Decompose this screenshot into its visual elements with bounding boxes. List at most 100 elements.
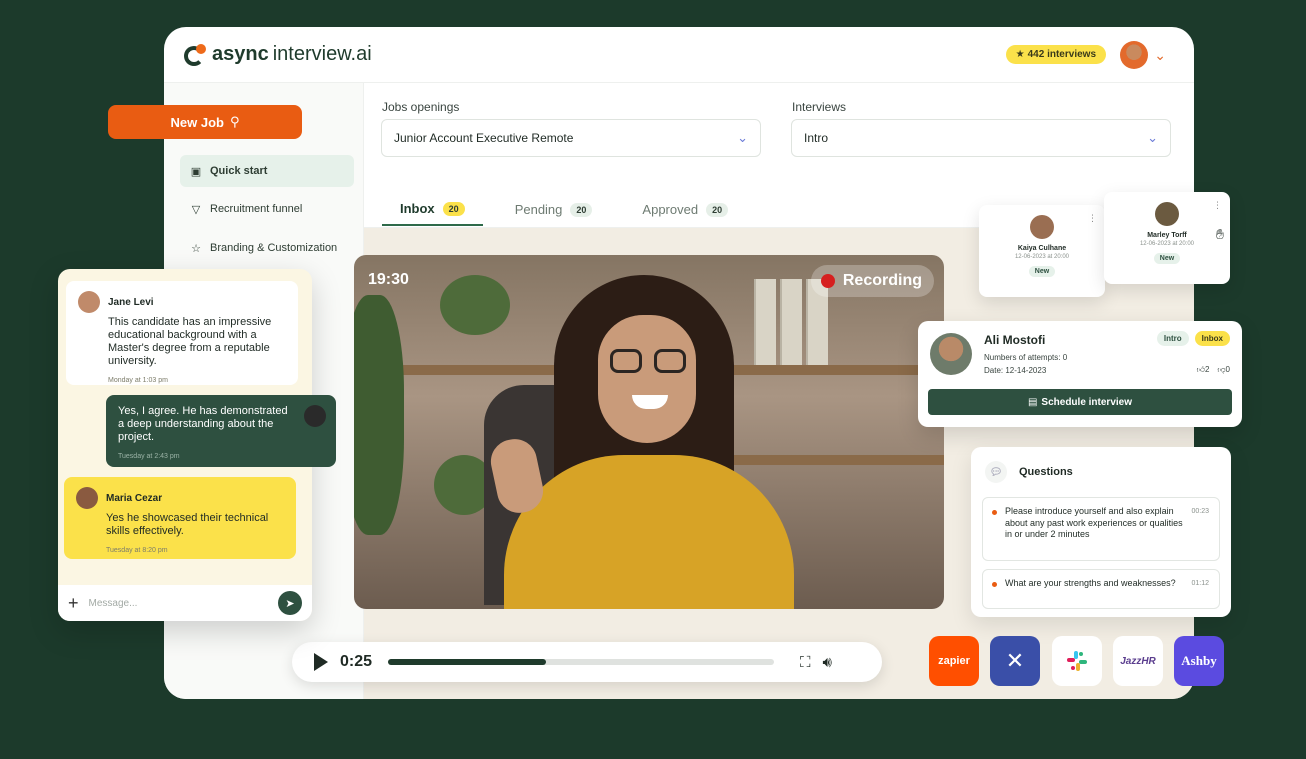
- plus-icon[interactable]: +: [68, 593, 79, 614]
- star-icon: ★: [1015, 49, 1025, 60]
- question-duration: 00:23: [1191, 508, 1209, 515]
- schedule-interview-button[interactable]: ▤ Schedule interview: [928, 389, 1232, 415]
- record-dot-icon: [820, 274, 835, 288]
- candidate-name: Kaiya Culhane: [1017, 245, 1067, 252]
- sidebar-item-branding[interactable]: ☆ Branding & Customization: [180, 232, 354, 264]
- workable-logo-icon[interactable]: ✕: [990, 636, 1040, 686]
- avatar: [930, 333, 972, 375]
- sidebar-item-quick-start[interactable]: ▣ Quick start: [180, 155, 354, 187]
- chat-bubble-icon: 💬︎: [985, 461, 1007, 483]
- dislike-button[interactable]: 👎︎0: [1217, 365, 1230, 375]
- user-avatar[interactable]: [1120, 41, 1148, 69]
- avatar: [78, 291, 100, 313]
- jobs-openings-select[interactable]: Junior Account Executive Remote ⌄: [381, 119, 761, 157]
- thumbs-up-icon: 👍︎: [1196, 365, 1205, 374]
- top-bar: async interview.ai ★ 442 interviews ⌄: [164, 27, 1194, 83]
- dislike-count: 0: [1225, 365, 1230, 374]
- tab-label: Inbox: [400, 201, 435, 216]
- play-icon[interactable]: [314, 653, 328, 671]
- chevron-down-icon[interactable]: ⌄: [1154, 47, 1166, 64]
- shelf-decoration: [734, 455, 944, 465]
- glasses-decoration: [610, 349, 692, 375]
- like-button[interactable]: 👍︎2: [1197, 365, 1210, 375]
- tab-label: Approved: [642, 202, 699, 217]
- question-item[interactable]: What are your strengths and weaknesses? …: [982, 569, 1220, 609]
- briefcase-icon: ▣: [190, 165, 202, 178]
- tab-count-badge: 20: [442, 201, 465, 216]
- message-input[interactable]: + Message... ➤: [58, 585, 312, 621]
- plant-decoration: [440, 275, 510, 335]
- fullscreen-icon[interactable]: ⛶: [800, 654, 811, 671]
- avatar: [1030, 215, 1054, 239]
- logo-bold-text: async: [212, 43, 269, 65]
- recording-timer: 19:30: [368, 271, 409, 288]
- avatar: [1155, 202, 1179, 226]
- status-badge: New: [1153, 253, 1181, 264]
- jobs-openings-label: Jobs openings: [382, 100, 460, 114]
- sidebar-item-label: Quick start: [210, 165, 268, 177]
- new-job-button[interactable]: New Job ⚲: [108, 105, 302, 139]
- recording-label: Recording: [842, 272, 922, 289]
- chat-message: Jane Levi This candidate has an impressi…: [66, 281, 298, 385]
- hand-cursor-icon: ✋︎: [1216, 226, 1224, 242]
- chat-message: Maria Cezar Yes he showcased their techn…: [64, 477, 296, 559]
- current-time: 0:25: [340, 653, 373, 670]
- send-icon[interactable]: ➤: [278, 591, 302, 615]
- date-text: Date: 12-14-2023: [984, 366, 1047, 375]
- plant-decoration: [354, 295, 404, 535]
- more-icon[interactable]: ⋮: [1088, 213, 1097, 224]
- jazzhr-logo[interactable]: JazzHR: [1113, 636, 1163, 686]
- candidate-date: 12-06-2023 at 20:00: [1139, 241, 1195, 247]
- candidate-name: Ali Mostofi: [984, 333, 1046, 347]
- tab-inbox[interactable]: Inbox 20: [382, 193, 483, 226]
- interview-tag: Intro: [1156, 331, 1189, 346]
- ashby-logo[interactable]: Ashby: [1174, 636, 1224, 686]
- message-time: Tuesday at 8:20 pm: [106, 547, 168, 554]
- sidebar-item-label: Recruitment funnel: [210, 203, 303, 215]
- attempts-text: Numbers of attempts: 0: [984, 353, 1068, 362]
- candidate-card[interactable]: ⋮ Kaiya Culhane 12-06-2023 at 20:00 New: [979, 205, 1105, 297]
- question-duration: 01:12: [1191, 580, 1209, 587]
- progress-slider[interactable]: [388, 659, 775, 665]
- zapier-logo[interactable]: zapier: [929, 636, 979, 686]
- message-placeholder[interactable]: Message...: [89, 598, 268, 609]
- progress-fill: [388, 659, 547, 665]
- slack-logo-icon[interactable]: [1052, 636, 1102, 686]
- interviews-label: Interviews: [792, 100, 847, 114]
- candidate-card[interactable]: ⋮ Marley Torff 12-06-2023 at 20:00 New ✋…: [1104, 192, 1230, 284]
- logo[interactable]: async interview.ai: [184, 43, 372, 66]
- message-time: Tuesday at 2:43 pm: [118, 453, 180, 460]
- logo-mark-icon: [184, 43, 208, 66]
- question-text: What are your strengths and weaknesses?: [1005, 578, 1176, 588]
- star-outline-icon: ☆: [191, 242, 201, 255]
- schedule-interview-label: Schedule interview: [1041, 396, 1133, 408]
- sidebar-item-recruitment-funnel[interactable]: ▽ Recruitment funnel: [180, 193, 354, 225]
- votes: 👍︎2 👎︎0: [1197, 365, 1230, 375]
- more-icon[interactable]: ⋮: [1213, 200, 1222, 211]
- interviews-value: Intro: [804, 131, 829, 145]
- status-tabs: Inbox 20 Pending 20 Approved 20: [382, 193, 746, 226]
- interviews-credit-badge[interactable]: ★ 442 interviews: [1005, 45, 1106, 64]
- status-badge: New: [1028, 266, 1056, 277]
- funnel-icon: ▽: [191, 203, 201, 216]
- message-time: Monday at 1:03 pm: [108, 377, 168, 384]
- sidebar-item-label: Branding & Customization: [210, 242, 338, 254]
- calendar-icon: ▤: [1027, 396, 1038, 408]
- chevron-down-icon: ⌄: [737, 130, 748, 145]
- avatar: [76, 487, 98, 509]
- volume-icon[interactable]: 🔊︎: [823, 654, 832, 671]
- video-preview[interactable]: 19:30 Recording: [354, 255, 944, 609]
- question-item[interactable]: Please introduce yourself and also expla…: [982, 497, 1220, 561]
- tab-count-badge: 20: [570, 202, 593, 217]
- like-count: 2: [1204, 365, 1210, 374]
- tab-pending[interactable]: Pending 20: [497, 193, 611, 226]
- tab-approved[interactable]: Approved 20: [624, 193, 746, 226]
- avatar: [304, 405, 326, 427]
- message-text: Yes he showcased their technical skills …: [106, 512, 269, 537]
- interviews-select[interactable]: Intro ⌄: [791, 119, 1171, 157]
- video-player-controls: 0:25 ⛶ 🔊︎: [292, 642, 882, 682]
- interviews-credit-label: 442 interviews: [1027, 49, 1096, 60]
- add-person-icon: ⚲: [229, 114, 240, 129]
- new-job-label: New Job: [170, 114, 224, 130]
- chat-message: Yes, I agree. He has demonstrated a deep…: [106, 395, 336, 467]
